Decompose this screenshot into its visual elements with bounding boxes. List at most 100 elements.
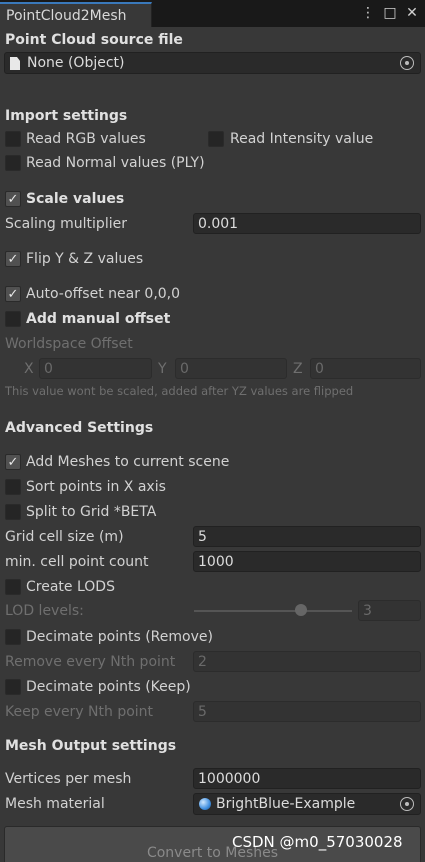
lod-levels-value: 3 — [363, 603, 372, 619]
remove-nth-field[interactable]: 2 — [193, 651, 421, 672]
read-intensity-label: Read Intensity value — [230, 131, 374, 147]
auto-offset-row: ✓ Auto-offset near 0,0,0 — [0, 283, 425, 305]
sort-points-checkbox[interactable] — [5, 479, 21, 495]
import-heading-row: Import settings — [0, 105, 425, 127]
source-heading-row: Point Cloud source file — [0, 29, 425, 51]
offset-z-value: 0 — [315, 361, 324, 377]
scale-values-label: Scale values — [26, 191, 125, 207]
add-meshes-row: ✓ Add Meshes to current scene — [0, 451, 425, 473]
lod-levels-slider-track[interactable] — [194, 610, 352, 612]
manual-offset-label: Add manual offset — [26, 311, 171, 327]
keep-nth-value: 5 — [198, 704, 207, 720]
scaling-multiplier-row: Scaling multiplier 0.001 — [0, 213, 425, 235]
window-tab-bar: PointCloud2Mesh ⋮ □ ✕ — [0, 0, 425, 27]
min-cell-count-value: 1000 — [198, 554, 234, 570]
more-menu-icon[interactable]: ⋮ — [361, 4, 375, 22]
lod-levels-label: LOD levels: — [5, 603, 84, 619]
manual-offset-checkbox[interactable] — [5, 311, 21, 327]
add-meshes-checkbox[interactable]: ✓ — [5, 454, 21, 470]
keep-nth-row: Keep every Nth point 5 — [0, 701, 425, 723]
min-cell-count-label: min. cell point count — [5, 554, 149, 570]
advanced-heading: Advanced Settings — [5, 420, 154, 436]
add-meshes-label: Add Meshes to current scene — [26, 454, 230, 470]
output-heading: Mesh Output settings — [5, 738, 177, 754]
keep-nth-field[interactable]: 5 — [193, 701, 421, 722]
offset-y-label: Y — [158, 361, 167, 377]
scaling-multiplier-value: 0.001 — [198, 216, 239, 232]
source-heading: Point Cloud source file — [5, 32, 183, 48]
grid-cell-size-value: 5 — [198, 529, 207, 545]
read-rgb-row: Read RGB values Read Intensity value — [0, 128, 425, 150]
decimate-keep-checkbox[interactable] — [5, 679, 21, 695]
scale-values-row: ✓ Scale values — [0, 188, 425, 210]
offset-y-field[interactable]: 0 — [175, 358, 287, 379]
decimate-keep-row: Decimate points (Keep) — [0, 676, 425, 698]
read-normal-label: Read Normal values (PLY) — [26, 155, 205, 171]
maximize-icon[interactable]: □ — [383, 4, 397, 22]
offset-x-label: X — [24, 361, 34, 377]
scaling-multiplier-field[interactable]: 0.001 — [193, 213, 421, 234]
read-intensity-checkbox[interactable] — [208, 131, 224, 147]
tab-pointcloud2mesh[interactable]: PointCloud2Mesh — [0, 2, 152, 27]
tab-title: PointCloud2Mesh — [6, 8, 127, 24]
mesh-material-field[interactable]: BrightBlue-Example — [193, 793, 421, 815]
create-lods-label: Create LODS — [26, 579, 115, 595]
offset-note-row: This value wont be scaled, added after Y… — [0, 380, 425, 402]
mesh-material-value: BrightBlue-Example — [216, 796, 356, 812]
split-grid-label: Split to Grid *BETA — [26, 504, 157, 520]
mesh-material-label: Mesh material — [5, 796, 105, 812]
worldspace-xyz-row: X 0 Y 0 Z 0 — [0, 358, 425, 380]
source-object-field[interactable]: None (Object) — [4, 52, 421, 74]
decimate-remove-label: Decimate points (Remove) — [26, 629, 213, 645]
auto-offset-checkbox[interactable]: ✓ — [5, 286, 21, 302]
vertices-per-mesh-row: Vertices per mesh 1000000 — [0, 768, 425, 790]
scaling-multiplier-label: Scaling multiplier — [5, 216, 127, 232]
decimate-remove-row: Decimate points (Remove) — [0, 626, 425, 648]
flip-yz-row: ✓ Flip Y & Z values — [0, 248, 425, 270]
decimate-keep-label: Decimate points (Keep) — [26, 679, 191, 695]
offset-z-label: Z — [293, 361, 303, 377]
read-rgb-checkbox[interactable] — [5, 131, 21, 147]
decimate-remove-checkbox[interactable] — [5, 629, 21, 645]
close-icon[interactable]: ✕ — [405, 4, 419, 22]
grid-cell-size-field[interactable]: 5 — [193, 526, 421, 547]
lod-levels-field[interactable]: 3 — [358, 600, 421, 621]
offset-x-value: 0 — [44, 361, 53, 377]
offset-y-value: 0 — [180, 361, 189, 377]
material-picker-icon[interactable] — [400, 797, 414, 811]
read-normal-checkbox[interactable] — [5, 155, 21, 171]
read-rgb-label: Read RGB values — [26, 131, 146, 147]
material-sphere-icon — [199, 798, 211, 810]
file-icon — [10, 57, 20, 70]
scale-values-checkbox[interactable]: ✓ — [5, 191, 21, 207]
flip-yz-checkbox[interactable]: ✓ — [5, 251, 21, 267]
window-controls: ⋮ □ ✕ — [361, 4, 419, 22]
remove-nth-row: Remove every Nth point 2 — [0, 651, 425, 673]
sort-points-row: Sort points in X axis — [0, 476, 425, 498]
offset-z-field[interactable]: 0 — [310, 358, 421, 379]
create-lods-row: Create LODS — [0, 576, 425, 598]
mesh-material-row: Mesh material BrightBlue-Example — [0, 793, 425, 815]
lod-levels-slider-knob[interactable] — [295, 604, 307, 616]
offset-x-field[interactable]: 0 — [39, 358, 152, 379]
object-picker-icon[interactable] — [400, 56, 414, 70]
vertices-per-mesh-label: Vertices per mesh — [5, 771, 132, 787]
sort-points-label: Sort points in X axis — [26, 479, 166, 495]
vertices-per-mesh-value: 1000000 — [198, 771, 261, 787]
import-heading: Import settings — [5, 108, 128, 124]
worldspace-offset-label: Worldspace Offset — [5, 336, 133, 352]
vertices-per-mesh-field[interactable]: 1000000 — [193, 768, 421, 789]
min-cell-count-row: min. cell point count 1000 — [0, 551, 425, 573]
flip-yz-label: Flip Y & Z values — [26, 251, 144, 267]
remove-nth-value: 2 — [198, 654, 207, 670]
lod-levels-row: LOD levels: 3 — [0, 600, 425, 622]
min-cell-count-field[interactable]: 1000 — [193, 551, 421, 572]
create-lods-checkbox[interactable] — [5, 579, 21, 595]
keep-nth-label: Keep every Nth point — [5, 704, 154, 720]
manual-offset-row: Add manual offset — [0, 308, 425, 330]
worldspace-offset-row: Worldspace Offset — [0, 333, 425, 355]
grid-cell-size-label: Grid cell size (m) — [5, 529, 124, 545]
auto-offset-label: Auto-offset near 0,0,0 — [26, 286, 181, 302]
watermark-text: CSDN @m0_57030028 — [232, 833, 403, 851]
split-grid-checkbox[interactable] — [5, 504, 21, 520]
